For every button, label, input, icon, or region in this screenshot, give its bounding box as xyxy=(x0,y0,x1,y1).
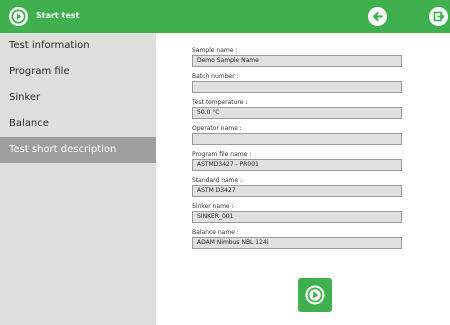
batch-number-label: Batch number : xyxy=(192,73,239,80)
back-button[interactable] xyxy=(368,7,387,26)
play-icon xyxy=(9,7,28,26)
page-title: Start test xyxy=(36,11,80,20)
program-file-name-label: Program file name : xyxy=(192,151,252,158)
sample-name-label: Sample name : xyxy=(192,47,238,54)
sinker-name-label: Sinker name : xyxy=(192,203,234,210)
standard-name-field[interactable]: ASTM D3427 xyxy=(192,185,402,197)
sidebar: Test information Program file Sinker Bal… xyxy=(0,33,156,325)
form-panel: Sample name : Demo Sample Name Batch num… xyxy=(156,33,450,325)
sinker-name-field[interactable]: SINKER_001 xyxy=(192,211,402,223)
program-file-name-field[interactable]: ASTMD3427 - PR001 xyxy=(192,159,402,171)
sidebar-item-balance[interactable]: Balance xyxy=(0,111,156,137)
exit-icon xyxy=(433,11,445,22)
back-arrow-icon xyxy=(373,12,383,21)
balance-name-field[interactable]: ADAM Nimbus NBL 124i xyxy=(192,237,402,249)
operator-name-field[interactable] xyxy=(192,133,402,145)
batch-number-field[interactable] xyxy=(192,81,402,93)
header-bar: Start test xyxy=(0,0,450,33)
sidebar-item-sinker[interactable]: Sinker xyxy=(0,85,156,111)
test-temperature-field[interactable]: 50.0 °C xyxy=(192,107,402,119)
exit-button[interactable] xyxy=(429,7,448,26)
test-temperature-label: Test temperature : xyxy=(192,99,248,106)
sidebar-item-program-file[interactable]: Program file xyxy=(0,59,156,85)
standard-name-label: Standard name : xyxy=(192,177,243,184)
play-icon xyxy=(305,285,325,305)
start-test-button[interactable] xyxy=(298,278,332,312)
sidebar-item-test-information[interactable]: Test information xyxy=(0,33,156,59)
balance-name-label: Balance name : xyxy=(192,229,239,236)
operator-name-label: Operator name : xyxy=(192,125,242,132)
sidebar-item-test-short-description[interactable]: Test short description xyxy=(0,137,156,163)
sample-name-field[interactable]: Demo Sample Name xyxy=(192,55,402,67)
